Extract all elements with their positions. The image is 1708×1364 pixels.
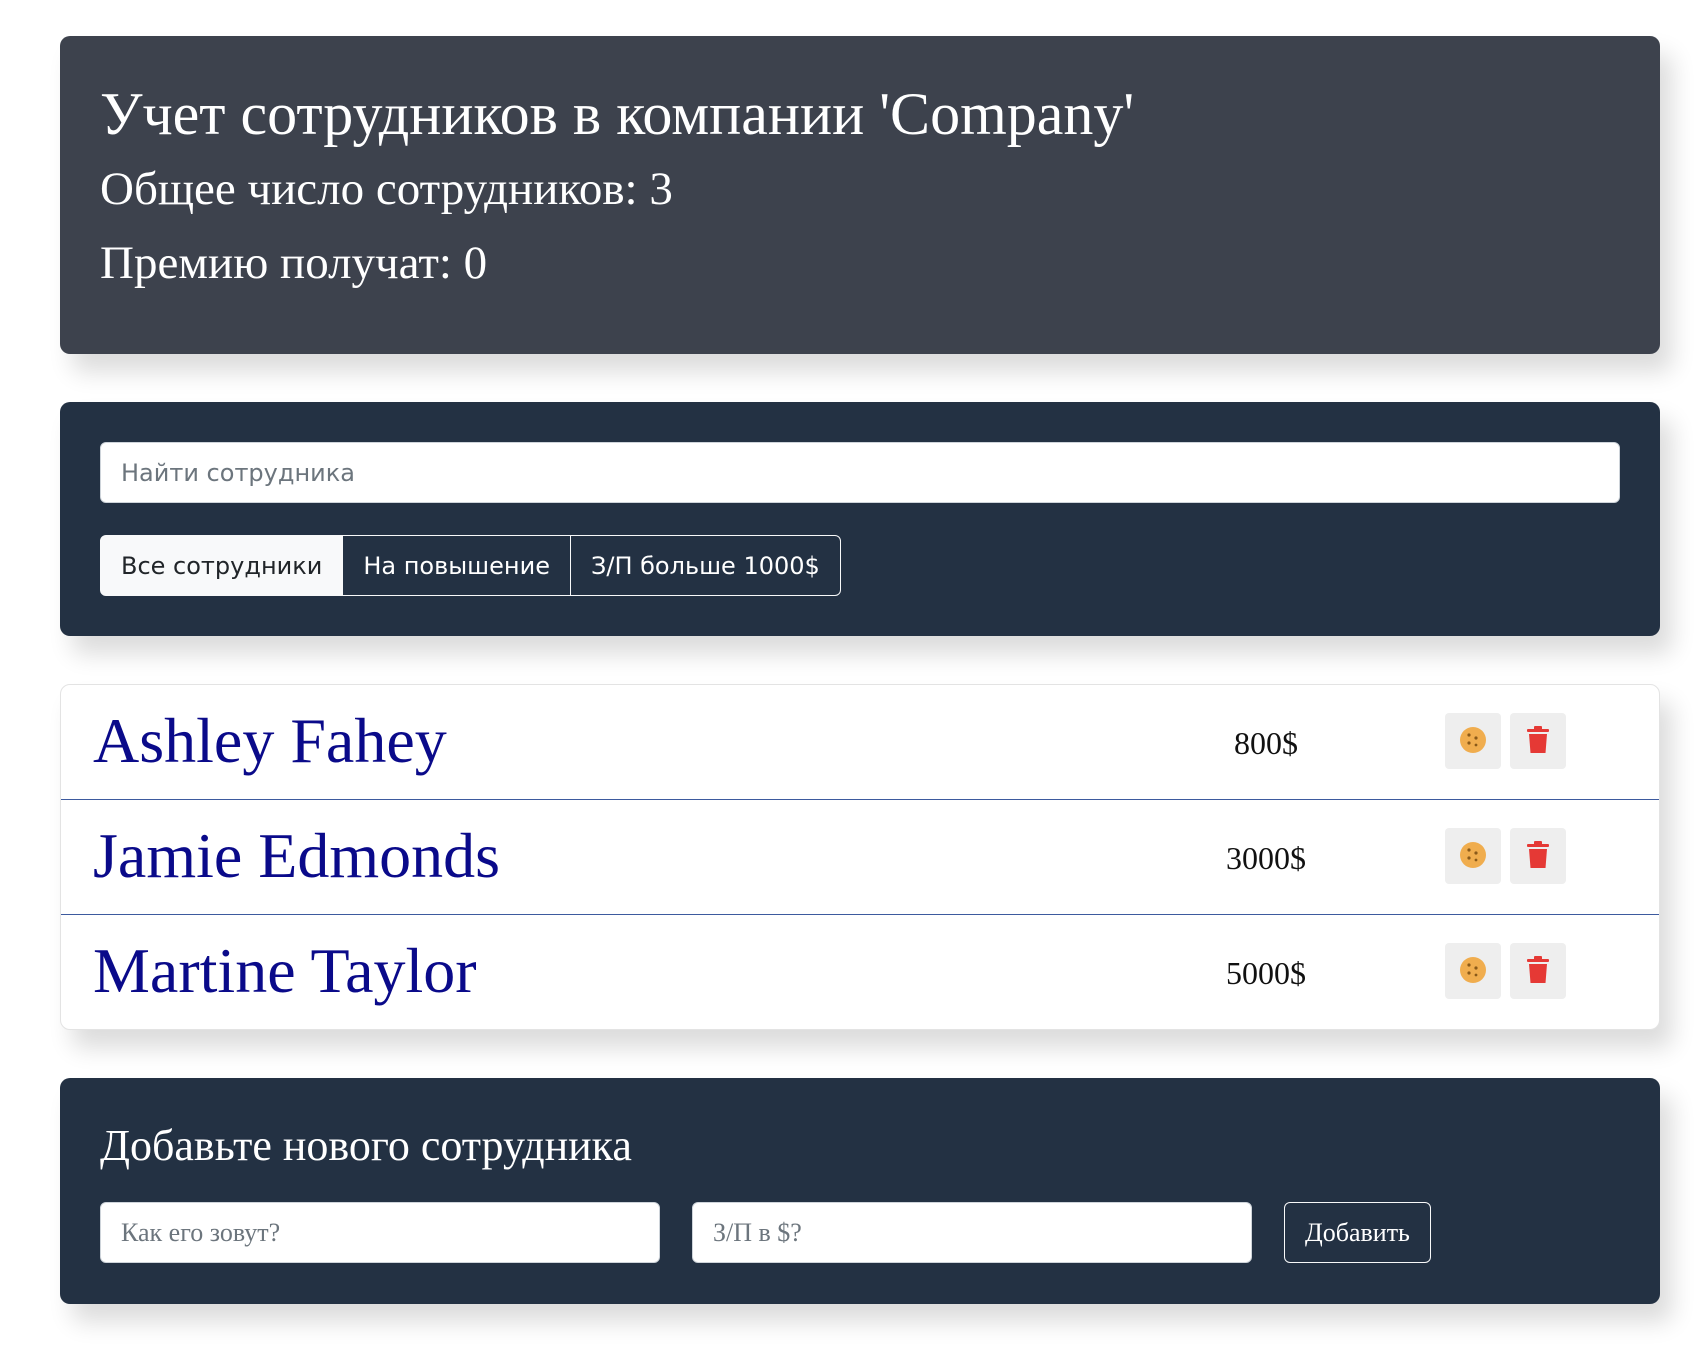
add-button[interactable]: Добавить [1284, 1202, 1431, 1263]
page-title: Учет сотрудников в компании 'Company' [100, 81, 1135, 147]
delete-button[interactable] [1510, 943, 1566, 999]
app-info-panel: Учет сотрудников в компании 'Company' Об… [60, 36, 1660, 354]
employee-name[interactable]: Ashley Fahey [93, 703, 447, 779]
employee-name[interactable]: Martine Taylor [93, 933, 477, 1009]
increase-button[interactable] [1445, 943, 1501, 999]
trash-icon [1526, 725, 1550, 757]
filter-promotion-button[interactable]: На повышение [342, 535, 571, 596]
delete-button[interactable] [1510, 828, 1566, 884]
filter-all-button[interactable]: Все сотрудники [100, 535, 344, 596]
delete-button[interactable] [1510, 713, 1566, 769]
increase-button[interactable] [1445, 828, 1501, 884]
trash-icon [1526, 840, 1550, 872]
employee-row: Jamie Edmonds 3000$ [61, 800, 1659, 915]
search-input[interactable] [100, 442, 1620, 503]
cookie-icon [1459, 956, 1487, 987]
app: Учет сотрудников в компании 'Company' Об… [0, 0, 1708, 1364]
employee-name[interactable]: Jamie Edmonds [93, 818, 500, 894]
employee-row: Martine Taylor 5000$ [61, 915, 1659, 1029]
trash-icon [1526, 955, 1550, 987]
salary-input[interactable] [692, 1202, 1252, 1263]
add-employee-form: Добавить [100, 1202, 1620, 1263]
employee-salary: 5000$ [1226, 955, 1306, 991]
filter-button-group: Все сотрудники На повышение З/П больше 1… [100, 535, 1620, 596]
employee-salary: 800$ [1234, 725, 1298, 761]
total-employees-count: Общее число сотрудников: 3 [100, 163, 673, 215]
bonus-employees-count: Премию получат: 0 [100, 237, 488, 289]
increase-button[interactable] [1445, 713, 1501, 769]
employee-salary: 3000$ [1226, 840, 1306, 876]
cookie-icon [1459, 841, 1487, 872]
filter-salary-button[interactable]: З/П больше 1000$ [569, 535, 841, 596]
employee-row: Ashley Fahey 800$ [61, 685, 1659, 800]
name-input[interactable] [100, 1202, 660, 1263]
search-panel: Все сотрудники На повышение З/П больше 1… [60, 402, 1660, 636]
employee-list: Ashley Fahey 800$ Jamie Edmonds 3000$ Ma… [60, 684, 1660, 1030]
cookie-icon [1459, 726, 1487, 757]
add-employee-title: Добавьте нового сотрудника [100, 1121, 632, 1170]
add-employee-panel: Добавьте нового сотрудника Добавить [60, 1078, 1660, 1304]
